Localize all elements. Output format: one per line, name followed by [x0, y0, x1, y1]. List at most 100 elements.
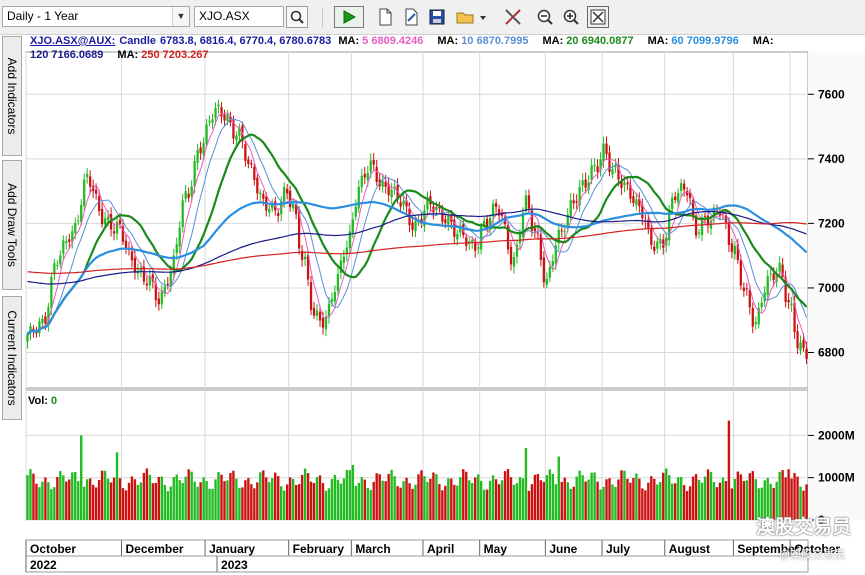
volume-bar	[32, 473, 35, 520]
volume-bar	[694, 474, 698, 520]
volume-bar	[420, 470, 423, 520]
volume-bar	[217, 471, 220, 520]
volume-bar	[429, 478, 432, 520]
chart-legend: XJO.ASX@AUX: Candle 6783.8, 6816.4, 6770.4…	[30, 34, 790, 62]
candle-body	[309, 282, 313, 311]
volume-bar	[685, 491, 689, 520]
candle-body	[217, 104, 220, 107]
volume-bar	[151, 483, 155, 520]
volume-bar	[638, 478, 641, 520]
candle-body	[635, 199, 638, 206]
volume-bar	[226, 480, 229, 520]
volume-bar	[533, 474, 537, 520]
volume-bar	[71, 472, 74, 520]
price-chart[interactable]: 6800 7000 7200 7400 7600 October December Janua…	[0, 0, 865, 575]
volume-bar	[653, 478, 656, 520]
candle-body	[477, 247, 480, 249]
month-label: August	[669, 542, 710, 556]
volume-bar	[280, 486, 283, 520]
candle-body	[199, 147, 202, 154]
volume-bar	[184, 476, 187, 520]
volume-bar	[369, 490, 372, 520]
candle-body	[184, 191, 187, 199]
volume-bar	[253, 488, 256, 520]
candle-body	[366, 172, 369, 180]
volume-bar	[709, 471, 713, 520]
volume-bar	[109, 482, 113, 520]
volume-bar	[676, 477, 680, 520]
volume-bar	[578, 470, 581, 520]
volume-bar	[38, 487, 41, 520]
volume-bar	[417, 474, 420, 520]
volume-bar	[88, 478, 92, 520]
volume-bar	[127, 482, 131, 520]
volume-bar	[668, 475, 671, 520]
volume-bar	[297, 484, 301, 520]
volume-bar	[673, 483, 677, 520]
candle-body	[760, 302, 763, 308]
candle-body	[357, 186, 360, 209]
volume-bar	[169, 486, 172, 520]
volume-bar	[572, 486, 575, 520]
candle-body	[742, 287, 745, 291]
volume-bar	[321, 482, 325, 520]
volume-bar	[575, 476, 578, 520]
legend-ma-20: MA: 20 6940.0877	[542, 35, 634, 47]
volume-bar	[614, 486, 617, 520]
candle-body	[536, 232, 540, 234]
candle-body	[354, 206, 357, 217]
legend-symbol[interactable]: XJO.ASX@AUX:	[30, 35, 115, 47]
volume-bar	[703, 476, 707, 520]
candle-body	[677, 193, 680, 203]
volume-bar	[453, 484, 456, 520]
watermark: 澳股交易员	[755, 517, 851, 538]
volume-bar	[632, 477, 635, 520]
volume-bar	[250, 484, 253, 520]
candle-body	[551, 260, 554, 266]
volume-bar	[545, 475, 549, 520]
volume-bar	[408, 483, 411, 520]
volume-bar	[294, 484, 298, 520]
volume-bar	[641, 488, 644, 520]
volume-bar	[241, 487, 244, 520]
volume-bar	[656, 484, 659, 520]
volume-bar	[29, 469, 32, 520]
volume-bar	[26, 475, 29, 520]
volume-bar	[712, 482, 716, 520]
volume-bar	[647, 482, 650, 520]
candle-body	[790, 303, 793, 305]
volume-bar	[459, 477, 462, 520]
volume-bar	[65, 481, 68, 520]
volume-bar	[396, 486, 399, 520]
volume-bar	[160, 476, 163, 520]
volume-bar	[447, 478, 450, 520]
volume-tick-label: 1000M	[818, 471, 855, 485]
volume-bar	[650, 476, 653, 520]
volume-bar	[375, 473, 378, 520]
volume-bar	[285, 484, 289, 520]
volume-bar	[620, 470, 623, 520]
volume-bar	[700, 482, 704, 520]
volume-bar	[348, 470, 352, 520]
volume-bar	[265, 477, 268, 520]
volume-bar	[288, 477, 292, 520]
candle-body	[581, 180, 584, 186]
volume-bar	[360, 477, 363, 520]
volume-bar	[488, 480, 492, 520]
candle-body	[256, 177, 259, 194]
volume-bar	[721, 477, 725, 520]
price-tick-label: 7200	[818, 216, 845, 230]
volume-bar	[53, 487, 56, 520]
candle-body	[524, 195, 528, 211]
candle-body	[26, 335, 29, 342]
volume-bar	[432, 472, 435, 520]
candle-body	[268, 209, 271, 213]
month-label: February	[293, 542, 345, 556]
volume-bar	[259, 472, 262, 520]
volume-bar	[318, 475, 322, 520]
volume-bar	[584, 481, 587, 520]
volume-bar	[354, 485, 358, 520]
volume-bar	[724, 481, 728, 520]
candle-body	[545, 278, 548, 285]
candle-body	[208, 120, 211, 123]
